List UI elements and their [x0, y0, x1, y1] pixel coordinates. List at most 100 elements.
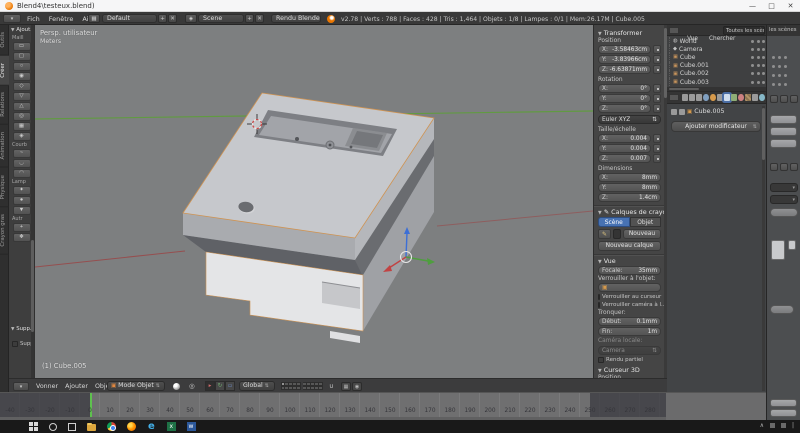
outliner-row[interactable]: ▣ Cube.003 — [669, 78, 765, 86]
toolshelf-tab[interactable]: Créer — [0, 56, 9, 86]
mode-dropdown[interactable]: ▣ Mode Objet ⇅ — [107, 381, 165, 391]
new-button[interactable]: Nouveau — [623, 229, 661, 239]
screen-layout-icon[interactable]: ▦ — [88, 14, 100, 23]
add-curve-button[interactable]: ◠ — [13, 169, 31, 178]
strip-dropdown[interactable]: ▾ — [770, 195, 798, 204]
add-curve-button[interactable]: ~ — [13, 149, 31, 158]
strip-value-slider[interactable] — [770, 305, 794, 314]
layout-close-icon[interactable]: ✕ — [168, 14, 177, 23]
strip-field[interactable] — [770, 127, 797, 136]
renderability-toggle[interactable] — [762, 40, 765, 43]
scene-close-icon[interactable]: ✕ — [255, 14, 264, 23]
properties-tab[interactable] — [710, 94, 716, 101]
properties-tab[interactable] — [759, 94, 765, 101]
add-mesh-button[interactable]: ◈ — [13, 132, 31, 141]
grease-data-slot[interactable] — [613, 229, 621, 239]
toolshelf-tab[interactable]: Animation — [0, 125, 9, 167]
selectability-toggle[interactable] — [757, 72, 760, 75]
visibility-toggle[interactable] — [751, 81, 754, 84]
position-field[interactable]: X:-3.58463cm — [598, 45, 651, 54]
menu-item[interactable]: Fich — [27, 15, 40, 23]
strip-close-icon[interactable] — [790, 95, 798, 103]
properties-tab[interactable] — [745, 94, 751, 101]
lock-to-cursor-checkbox[interactable] — [598, 294, 600, 300]
taskbar-icon[interactable] — [147, 422, 156, 431]
selectability-toggle[interactable] — [757, 64, 760, 67]
taskbar-icon[interactable] — [49, 423, 57, 431]
3d-viewport[interactable]: Persp. utilisateur Meters (1) Cube.005 — [35, 25, 593, 378]
close-button[interactable]: ✕ — [781, 0, 800, 12]
properties-tab[interactable] — [724, 94, 730, 101]
selectability-toggle[interactable] — [757, 81, 760, 84]
window-titlebar[interactable]: Blend4\testeux.blend) — □ ✕ — [0, 0, 800, 12]
snap-magnet-icon[interactable]: ∪ — [329, 382, 334, 390]
rotate-manipulator-icon[interactable]: ↻ — [215, 381, 225, 391]
add-mesh-button[interactable]: ▽ — [13, 92, 31, 101]
render-border-checkbox[interactable] — [598, 357, 604, 363]
properties-editor-icon[interactable] — [669, 94, 679, 101]
outliner-row[interactable]: ▣ Cube.002 — [669, 70, 765, 78]
properties-scrollbar[interactable] — [762, 106, 765, 391]
toolshelf-tab[interactable]: Crayon gras — [0, 207, 9, 255]
add-modifier-dropdown[interactable]: Ajouter modificateur⇅ — [671, 121, 761, 132]
strip-button[interactable] — [770, 95, 778, 103]
clip-end-field[interactable]: Fin:1m — [598, 327, 661, 336]
renderability-toggle[interactable] — [762, 72, 765, 75]
visibility-toggle[interactable] — [751, 40, 754, 43]
visibility-toggle[interactable] — [751, 64, 754, 67]
scene-icon[interactable] — [671, 109, 677, 115]
strip-button[interactable] — [780, 95, 788, 103]
lock-icon[interactable] — [653, 84, 661, 93]
add-mesh-button[interactable]: ▢ — [13, 52, 31, 61]
add-mesh-button[interactable]: ▭ — [13, 42, 31, 51]
toolshelf-tab[interactable]: Relations — [0, 85, 9, 125]
add-mesh-button[interactable]: ◉ — [13, 72, 31, 81]
outliner-row[interactable]: ▣ Cube.001 — [669, 62, 765, 70]
properties-tab[interactable] — [752, 94, 758, 101]
add-lamp-button[interactable]: ▼ — [13, 206, 31, 215]
pencil-icon[interactable]: ✎ — [598, 229, 611, 239]
outliner-row[interactable]: ◍ World — [669, 37, 765, 45]
scene-add-button[interactable]: + — [245, 14, 254, 23]
selectability-toggle[interactable] — [757, 40, 760, 43]
panel-grease-pencil-header[interactable]: ▼ ✎ Calques de crayon gr — [598, 208, 661, 216]
new-layer-button[interactable]: Nouveau calque — [598, 241, 661, 251]
strip-field[interactable] — [770, 115, 797, 124]
viewport-shading-icon[interactable] — [173, 383, 180, 390]
scene-selector[interactable]: Scene — [198, 14, 244, 23]
add-other-button[interactable]: + — [13, 223, 31, 232]
strip-dropdown[interactable]: ▾ — [770, 183, 798, 192]
lock-icon[interactable] — [653, 45, 661, 54]
add-mesh-button[interactable]: ◇ — [13, 82, 31, 91]
add-mesh-button[interactable]: ▦ — [13, 122, 31, 131]
panel-3d-cursor-header[interactable]: ▼ Curseur 3D — [598, 366, 661, 374]
strip-field[interactable] — [770, 409, 797, 417]
lock-icon[interactable] — [653, 144, 661, 153]
tab-scene[interactable]: Scène — [598, 217, 630, 227]
object-data-icon[interactable] — [679, 109, 685, 115]
properties-tab[interactable] — [689, 94, 695, 101]
scale-field[interactable]: Y:0.004 — [598, 144, 651, 153]
lock-icon[interactable] — [653, 55, 661, 64]
properties-tab[interactable] — [731, 94, 737, 101]
toolshelf-tab[interactable]: Physique — [0, 168, 9, 207]
add-other-button[interactable]: ❖ — [13, 233, 31, 242]
minimize-button[interactable]: — — [743, 0, 762, 12]
render-engine-selector[interactable]: Rendu Blender — [271, 14, 321, 23]
outliner-editor-icon[interactable] — [669, 27, 679, 34]
add-mesh-button[interactable]: ◎ — [13, 112, 31, 121]
lock-icon[interactable] — [653, 154, 661, 163]
add-lamp-button[interactable]: ● — [13, 196, 31, 205]
editor-type-menu[interactable]: ▾ — [3, 14, 21, 23]
renderability-toggle[interactable] — [762, 56, 765, 59]
lock-icon[interactable] — [653, 134, 661, 143]
add-curve-button[interactable]: ◡ — [13, 159, 31, 168]
lock-icon[interactable] — [653, 65, 661, 74]
properties-tab[interactable] — [703, 94, 709, 101]
toolshelf-scrollbar[interactable] — [31, 25, 34, 378]
tray-icon[interactable] — [770, 423, 775, 428]
scale-manipulator-icon[interactable]: ▫ — [225, 381, 235, 391]
renderability-toggle[interactable] — [762, 81, 765, 84]
local-camera-dropdown[interactable]: Camera⇅ — [598, 346, 661, 355]
panel-view-header[interactable]: ▼ Vue — [598, 257, 661, 265]
